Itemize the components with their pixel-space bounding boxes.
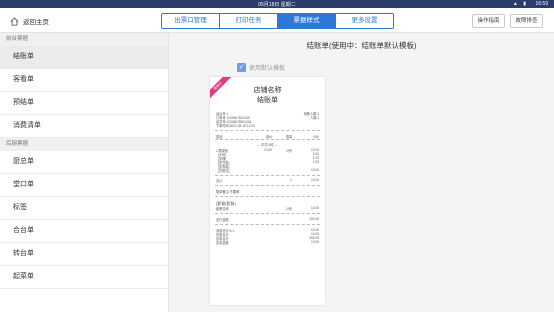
order-remark: 整单备注:不要辣	[216, 190, 240, 194]
sidebar-item-merge-table[interactable]: 合台单	[0, 220, 168, 243]
tab-print-tasks[interactable]: 打印任务	[220, 14, 278, 28]
troubleshoot-button[interactable]: 故障排查	[510, 14, 543, 28]
tab-more-settings[interactable]: 更多设置	[336, 14, 393, 28]
sidebar-item-pre-checkout[interactable]: 预结单	[0, 92, 168, 115]
sidebar-item-guest-view[interactable]: 客看单	[0, 69, 168, 92]
front-section-header: 前台票据	[0, 33, 168, 46]
dish-price: 10.00	[264, 148, 272, 152]
info-line: 下单时间:2021-05-18 12:00	[216, 124, 255, 128]
home-button[interactable]: 返回主页	[10, 15, 49, 27]
use-default-template-checkbox[interactable]: ✓ 使用默认模板	[237, 63, 285, 72]
total-qty: 1	[290, 178, 292, 182]
receipt-title: 结账单	[257, 97, 278, 104]
category-label: --- 中式小吃 ---	[257, 143, 278, 147]
divider	[215, 175, 320, 176]
receipt-type-sidebar: 前台票据 结账单 客看单 预结单 消费清单 后厨票据 厨总单 堂口单 标签 合台…	[0, 33, 169, 312]
system-status-bar: 05月18日 星期二 ▲ ▮ 16:59	[0, 0, 554, 8]
receipt-preview[interactable]: 使用中 店铺名称 结账单 桌台号:1 订单号:1234567812345 会员号…	[210, 77, 325, 305]
package-qty: 1/份	[286, 207, 292, 211]
shop-name: 店铺名称	[253, 87, 282, 94]
sidebar-item-serve-order[interactable]: 起菜单	[0, 266, 168, 289]
page-title: 结账单(使用中：结账单默认模板)	[306, 41, 417, 50]
sidebar-item-checkout[interactable]: 结账单	[0, 46, 168, 69]
divider	[215, 224, 320, 225]
dish-option-amount: 1.00	[312, 160, 319, 164]
divider	[215, 196, 320, 197]
total-label: 合计	[216, 179, 223, 183]
status-time: 16:59	[535, 1, 548, 7]
sidebar-item-kitchen-total[interactable]: 厨总单	[0, 151, 168, 174]
sidebar-item-consumption-list[interactable]: 消费清单	[0, 115, 168, 138]
home-icon	[10, 17, 19, 26]
info-line: 人数:2	[309, 116, 319, 120]
tab-receipt-styles[interactable]: 票据样式	[278, 14, 336, 28]
top-bar: 返回主页 出票口管理 打印任务 票据样式 更多设置 操作指南 故障排查	[0, 8, 554, 33]
sidebar-item-label[interactable]: 标签	[0, 197, 168, 220]
guide-button[interactable]: 操作指南	[472, 14, 505, 28]
dish-option-amount: 10.00	[311, 168, 319, 172]
payable-label: 应付金额	[216, 218, 229, 222]
divider	[215, 185, 320, 186]
main-panel: 结账单(使用中：结账单默认模板) ✓ 使用默认模板 使用中 店铺名称 结账单 桌…	[169, 33, 554, 312]
checkmark-icon: ✓	[237, 63, 246, 72]
total-amount: 10.00	[311, 178, 319, 182]
wifi-battery-icons: ▲ ▮	[512, 1, 528, 7]
tab-printer-ports[interactable]: 出票口管理	[162, 14, 220, 28]
payable-amount: 100.00	[309, 217, 319, 221]
sidebar-item-transfer-table[interactable]: 转台单	[0, 243, 168, 266]
package-amount: 10.00	[311, 206, 319, 210]
divider	[215, 139, 320, 140]
divider	[215, 130, 320, 131]
home-label: 返回主页	[23, 19, 49, 26]
dish-qty: 1/份	[286, 149, 292, 153]
status-date: 05月18日 星期二	[258, 2, 296, 8]
summary-label: 实收金额	[216, 241, 229, 245]
package-item: 套餐名称	[216, 207, 229, 211]
dish-option: [去葱花]	[218, 169, 230, 173]
sidebar-item-station[interactable]: 堂口单	[0, 174, 168, 197]
back-section-header: 后厨票据	[0, 138, 168, 151]
main-tabs: 出票口管理 打印任务 票据样式 更多设置	[161, 13, 394, 29]
divider	[215, 213, 320, 214]
checkbox-label: 使用默认模板	[249, 66, 286, 72]
summary-value: 10.00	[311, 240, 319, 244]
